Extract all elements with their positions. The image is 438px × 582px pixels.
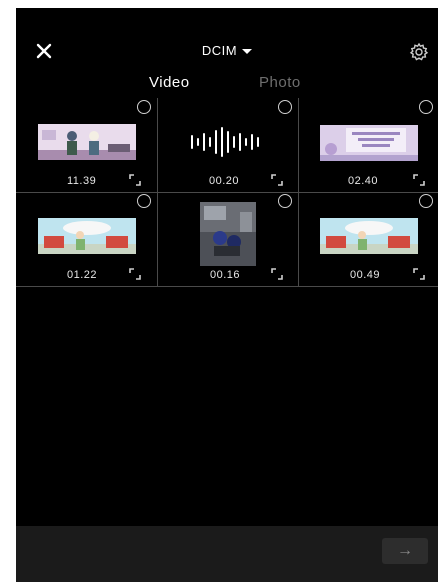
video-thumbnail: [200, 202, 256, 266]
expand-icon[interactable]: [129, 268, 141, 280]
media-type-tabs: Video Photo: [16, 74, 438, 96]
settings-button[interactable]: [408, 41, 430, 63]
expand-icon[interactable]: [129, 174, 141, 186]
expand-icon[interactable]: [413, 174, 425, 186]
next-button[interactable]: →: [382, 538, 428, 564]
arrow-right-icon: →: [397, 542, 413, 559]
select-circle-icon[interactable]: [278, 100, 292, 114]
video-duration: 02.40: [348, 175, 379, 187]
album-selector[interactable]: DCIM: [16, 43, 438, 58]
media-item[interactable]: 02.40: [298, 98, 438, 192]
select-circle-icon[interactable]: [137, 100, 151, 114]
media-item[interactable]: 00.20: [157, 98, 298, 192]
tab-photo[interactable]: Photo: [259, 74, 301, 91]
media-item[interactable]: 01.22: [16, 192, 157, 286]
top-bar: DCIM: [16, 38, 438, 66]
select-circle-icon[interactable]: [419, 100, 433, 114]
video-thumbnail: [320, 218, 418, 254]
select-circle-icon[interactable]: [419, 194, 433, 208]
video-duration: 00.20: [209, 175, 240, 187]
expand-icon[interactable]: [413, 268, 425, 280]
dropdown-caret-icon: [242, 49, 253, 55]
gear-icon: [409, 42, 429, 61]
selection-bar: →: [16, 526, 438, 582]
video-duration: 01.22: [67, 269, 98, 281]
tab-video[interactable]: Video: [149, 74, 190, 91]
media-item[interactable]: 00.16: [157, 192, 298, 286]
video-thumbnail: [320, 125, 418, 161]
media-item[interactable]: 11.39: [16, 98, 157, 192]
media-item[interactable]: 00.49: [298, 192, 438, 286]
media-picker-screen: DCIM Video Photo 11.39 00.20 02.40 01.22…: [16, 8, 438, 582]
expand-icon[interactable]: [271, 174, 283, 186]
grid-divider: [16, 286, 438, 287]
expand-icon[interactable]: [271, 268, 283, 280]
video-thumbnail: [38, 218, 136, 254]
video-thumbnail: [38, 124, 136, 160]
audio-waveform-icon: [190, 122, 266, 162]
select-circle-icon[interactable]: [137, 194, 151, 208]
album-name: DCIM: [201, 43, 238, 58]
video-duration: 11.39: [67, 175, 97, 187]
video-duration: 00.49: [350, 269, 381, 281]
select-circle-icon[interactable]: [278, 194, 292, 208]
media-grid: 11.39 00.20 02.40 01.22 00.16 00.49: [16, 98, 438, 287]
video-duration: 00.16: [210, 269, 241, 281]
